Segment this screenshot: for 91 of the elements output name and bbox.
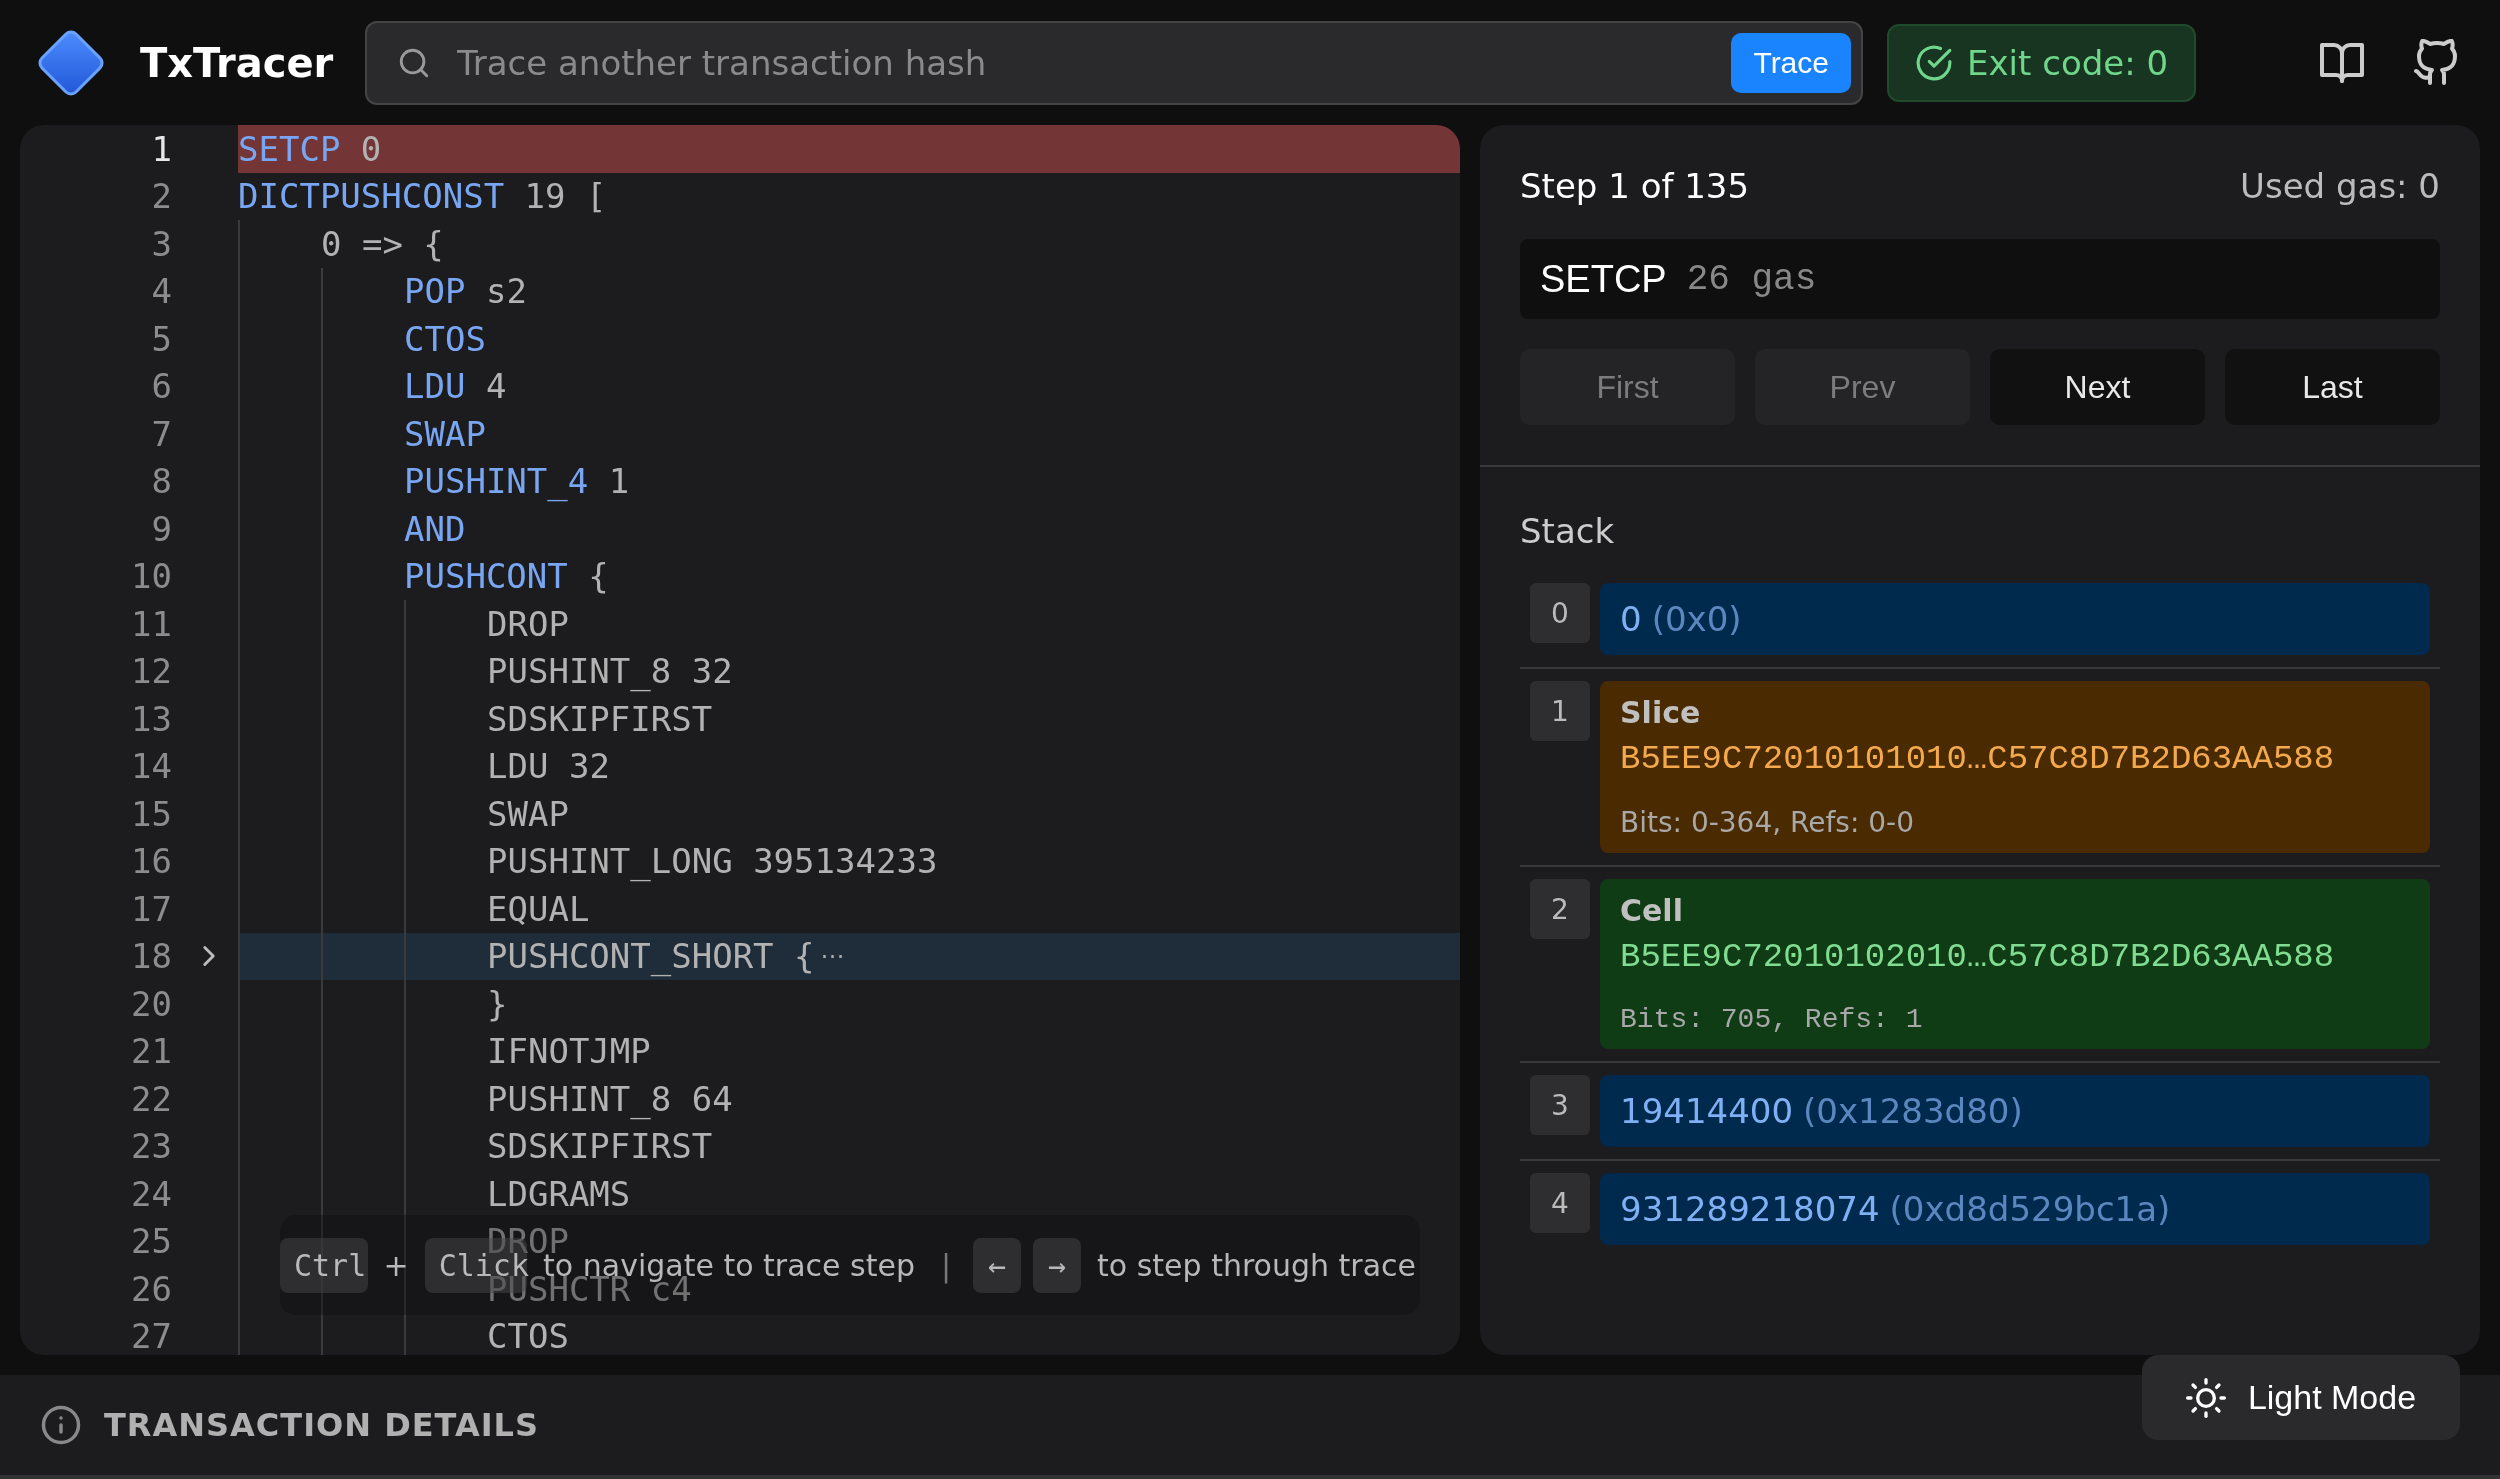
line-number: 24 [130, 1173, 173, 1214]
line-number: 4 [150, 271, 173, 312]
key-cap: ← [973, 1237, 1022, 1293]
hint-text: + [382, 1247, 410, 1283]
bits-refs: Bits: 705, Refs: 1 [1620, 1004, 1924, 1035]
code-line: PUSHINT_4 1 [404, 461, 630, 502]
code-line: PUSHCONT { [404, 556, 609, 597]
instruction-gas: 26 gas [1686, 258, 1817, 300]
line-number: 12 [130, 651, 173, 692]
stack-index: 4 [1530, 1173, 1590, 1233]
code-line: POP s2 [404, 271, 527, 312]
int-value: 931289218074 [1620, 1189, 1880, 1229]
code-line: DICTPUSHCONST 19 [ [238, 176, 607, 217]
code-line: CTOS [404, 318, 486, 359]
code-line: PUSHINT_8 64 [487, 1078, 733, 1119]
line-number: 9 [150, 508, 173, 549]
line-number: 14 [130, 746, 173, 787]
code-line: SETCP 0 [238, 128, 382, 169]
hex-value: (0xd8d529bc1a) [1889, 1189, 2171, 1229]
fold-marker[interactable]: ⋯ [820, 942, 845, 971]
footer-title: TRANSACTION DETAILS [104, 1406, 540, 1444]
code-line: CTOS [487, 1316, 569, 1355]
hint-text: to step through trace [1096, 1247, 1417, 1283]
line-number: 10 [130, 556, 173, 597]
stack-index: 2 [1530, 879, 1590, 939]
code-line: DROP [487, 603, 569, 644]
key-cap: → [1033, 1237, 1082, 1293]
code-line: SWAP [487, 793, 569, 834]
hex-value: (0x1283d80) [1803, 1091, 2023, 1131]
stack-index: 0 [1530, 583, 1590, 643]
boc-data: B5EE9C72010101010…C57C8D7B2D63AA588 [1620, 740, 2336, 778]
line-number: 23 [130, 1126, 173, 1167]
line-number: 16 [130, 841, 173, 882]
key-cap: Ctrl [280, 1237, 368, 1293]
app-name: TxTracer [140, 39, 334, 86]
line-number: 26 [130, 1268, 173, 1309]
code-line: LDU 32 [487, 746, 610, 787]
code-line: 0 => { [321, 223, 444, 264]
line-number: 13 [130, 698, 173, 739]
stack-title: Stack [1520, 511, 1616, 551]
line-number: 20 [130, 983, 173, 1024]
code-line: IFNOTJMP [487, 1031, 651, 1072]
line-number: 27 [130, 1316, 173, 1355]
value-type: Slice [1620, 695, 1702, 730]
line-number: 6 [150, 366, 173, 407]
line-number: 3 [150, 223, 173, 264]
code-line: LDGRAMS [487, 1173, 631, 1214]
check-circle-icon [1915, 43, 1953, 82]
code-line: PUSHINT_8 32 [487, 651, 733, 692]
line-number: 8 [150, 461, 173, 502]
nav-button[interactable]: Last [2225, 349, 2440, 425]
line-number: 2 [150, 176, 173, 217]
stack-index: 3 [1530, 1075, 1590, 1135]
code-line: PUSHINT_LONG 395134233 [487, 841, 938, 882]
code-line: PUSHCONT_SHORT { [487, 936, 815, 977]
code-line: SWAP [404, 413, 486, 454]
hex-value: (0x0) [1651, 599, 1742, 639]
exit-code-badge: Exit code: 0 [1887, 23, 2197, 102]
search-field[interactable]: Trace another transaction hash Trace [365, 20, 1863, 105]
line-number: 25 [130, 1221, 173, 1262]
line-number: 18 [130, 936, 173, 977]
code-line: LDU 4 [404, 366, 507, 407]
separator: | [939, 1247, 953, 1283]
bits-refs: Bits: 0-364, Refs: 0-0 [1620, 806, 1915, 839]
theme-toggle-button[interactable]: Light Mode [2142, 1355, 2460, 1440]
sun-icon [2185, 1377, 2226, 1418]
github-icon[interactable] [2412, 38, 2460, 87]
trace-button[interactable]: Trace [1731, 32, 1851, 93]
step-counter: Step 1 of 135 [1520, 166, 1750, 206]
line-number: 7 [150, 413, 173, 454]
code-line: } [487, 983, 508, 1024]
stack-index: 1 [1530, 681, 1590, 741]
line-number: 22 [130, 1078, 173, 1119]
value-type: Cell [1620, 893, 1684, 928]
line-number: 11 [130, 603, 173, 644]
int-value: 0 [1620, 599, 1642, 639]
code-line: AND [404, 508, 466, 549]
line-number: 5 [150, 318, 173, 359]
line-number: 15 [130, 793, 173, 834]
code-line: EQUAL [487, 888, 590, 929]
instruction-name: SETCP [1540, 257, 1667, 301]
code-line: SDSKIPFIRST [487, 698, 713, 739]
used-gas: Used gas: 0 [2240, 166, 2440, 206]
nav-button[interactable]: Next [1990, 349, 2205, 425]
int-value: 19414400 [1620, 1091, 1794, 1131]
code-line: SDSKIPFIRST [487, 1126, 713, 1167]
boc-data: B5EE9C72010102010…C57C8D7B2D63AA588 [1620, 938, 2336, 976]
line-number: 1 [150, 128, 173, 169]
line-number: 21 [130, 1031, 173, 1072]
info-icon [40, 1404, 82, 1446]
line-number: 17 [130, 888, 173, 929]
